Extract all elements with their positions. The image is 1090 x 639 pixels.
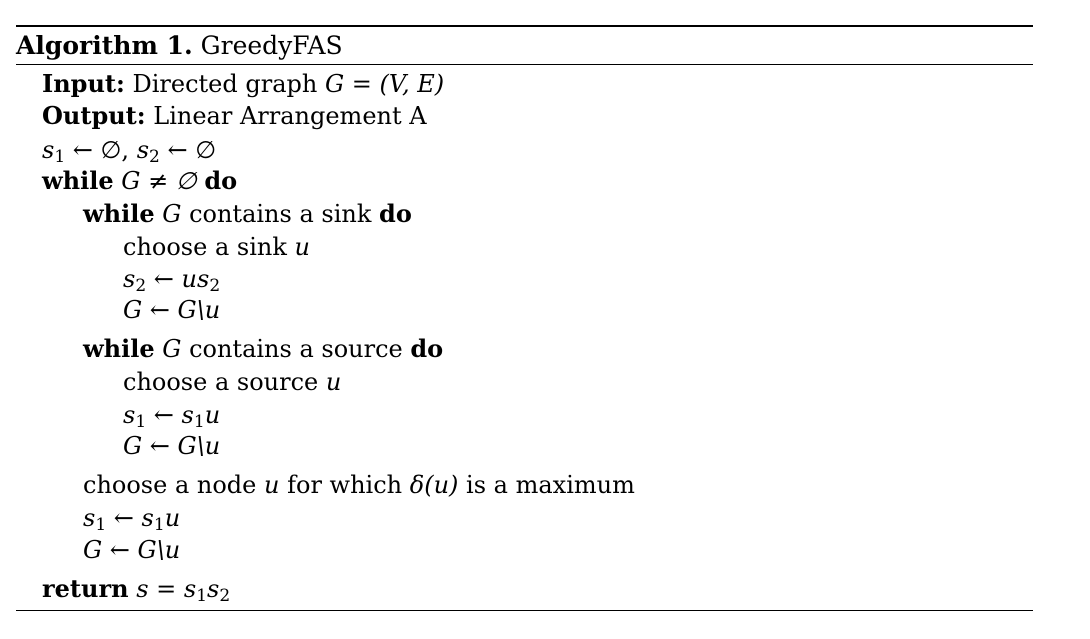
var-G: G xyxy=(162,335,182,363)
assign-arrow: ← xyxy=(146,401,182,429)
source-remove-line: G ← G\u xyxy=(123,431,220,461)
sub-1: 1 xyxy=(153,515,165,535)
caption-title: GreedyFAS xyxy=(200,31,343,60)
choose-source-text: choose a source xyxy=(123,368,319,396)
var-s2: s xyxy=(123,265,136,293)
kw-do: do xyxy=(379,199,412,228)
input-text: Directed graph xyxy=(132,70,318,98)
var-s2: s xyxy=(136,136,150,164)
assign-arrow: ← xyxy=(146,265,182,293)
sub-2: 2 xyxy=(209,276,221,296)
input-label: Input: xyxy=(42,69,125,98)
output-line: Output: Linear Arrangement A xyxy=(42,101,427,131)
sink-condition: contains a sink xyxy=(189,200,372,228)
kw-do: do xyxy=(410,334,444,363)
var-s2: s xyxy=(207,575,220,603)
equals-sign: = xyxy=(148,575,184,603)
var-u: u xyxy=(164,504,181,532)
sub-1: 1 xyxy=(95,515,107,535)
node-assign-line: s1 ← s1u xyxy=(83,503,181,535)
bottom-rule xyxy=(16,610,1033,611)
remove-node-expr: G ← G\u xyxy=(83,536,181,564)
output-text: Linear Arrangement A xyxy=(153,102,427,130)
sub-1: 1 xyxy=(135,412,147,432)
source-while-line: while G contains a source do xyxy=(83,334,443,364)
var-s1: s xyxy=(123,401,136,429)
choose-sink-text: choose a sink xyxy=(123,233,287,261)
choose-sink-line: choose a sink u xyxy=(123,232,310,262)
choose-source-line: choose a source u xyxy=(123,367,341,397)
var-us2: us xyxy=(181,265,210,293)
kw-return: return xyxy=(42,574,129,603)
output-label: Output: xyxy=(42,101,146,130)
algorithm-caption: Algorithm 1. GreedyFAS xyxy=(16,31,343,61)
input-math: G = (V, E) xyxy=(324,70,445,98)
var-u: u xyxy=(204,401,221,429)
kw-while: while xyxy=(42,166,114,195)
var-u: u xyxy=(264,471,280,499)
sub-2: 2 xyxy=(149,147,160,167)
var-s: s xyxy=(136,575,149,603)
node-remove-line: G ← G\u xyxy=(83,535,180,565)
remove-node-expr: G ← G\u xyxy=(123,296,221,324)
var-s1: s xyxy=(141,504,154,532)
sub-2: 2 xyxy=(219,586,231,606)
source-condition: contains a source xyxy=(189,335,403,363)
sub-1: 1 xyxy=(54,147,66,167)
sub-1: 1 xyxy=(196,586,208,606)
var-G: G xyxy=(162,200,182,228)
sink-remove-line: G ← G\u xyxy=(123,295,220,325)
sink-while-line: while G contains a sink do xyxy=(83,199,412,229)
var-s1: s xyxy=(183,575,197,603)
for-which-text: for which xyxy=(287,471,403,499)
assign-arrow: ← xyxy=(106,504,142,532)
var-s1: s xyxy=(42,136,55,164)
maximum-text: is a maximum xyxy=(466,471,635,499)
var-s1: s xyxy=(181,401,194,429)
sink-assign-line: s2 ← us2 xyxy=(123,264,221,296)
outer-condition: G ≠ ∅ xyxy=(121,167,197,195)
return-line: return s = s1s2 xyxy=(42,574,231,606)
kw-while: while xyxy=(83,334,155,363)
init-line: s1 ← ∅, s2 ← ∅ xyxy=(42,135,217,167)
assign-empty: ← ∅ xyxy=(159,136,217,164)
var-s1: s xyxy=(83,504,96,532)
sub-1: 1 xyxy=(193,412,205,432)
assign-empty: ← ∅, xyxy=(65,136,137,164)
kw-while: while xyxy=(83,199,155,228)
caption-rule xyxy=(16,64,1033,65)
input-line: Input: Directed graph G = (V, E) xyxy=(42,69,444,99)
caption-label: Algorithm 1. xyxy=(16,31,193,60)
choose-node-text: choose a node xyxy=(83,471,257,499)
sub-2: 2 xyxy=(135,276,147,296)
delta-expr: δ(u) xyxy=(409,471,459,499)
outer-while-line: while G ≠ ∅ do xyxy=(42,166,237,196)
algorithm-block: Algorithm 1. GreedyFAS Input: Directed g… xyxy=(16,0,1033,639)
top-rule xyxy=(16,25,1033,27)
remove-node-expr: G ← G\u xyxy=(123,432,221,460)
var-u: u xyxy=(325,368,342,396)
choose-node-line: choose a node u for which δ(u) is a maxi… xyxy=(83,470,635,500)
var-u: u xyxy=(294,233,310,261)
source-assign-line: s1 ← s1u xyxy=(123,400,221,432)
kw-do: do xyxy=(204,166,238,195)
